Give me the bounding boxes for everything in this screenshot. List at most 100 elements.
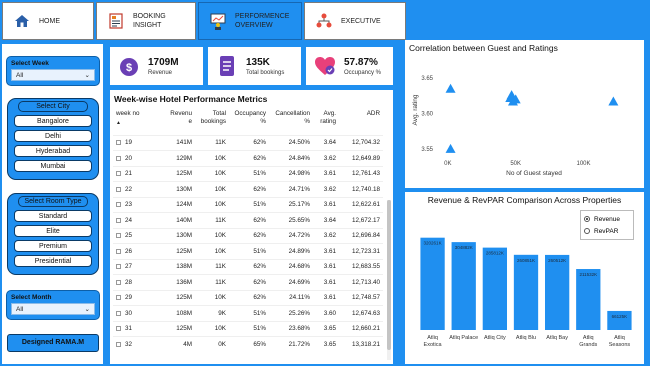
col-week-header[interactable]: week no ▲ xyxy=(113,109,165,135)
category-label: Seasons xyxy=(609,342,631,348)
select-week-value: All xyxy=(16,71,24,79)
chevron-down-icon: ⌄ xyxy=(84,72,90,79)
cell-bookings: 11K xyxy=(215,278,226,286)
table-row[interactable]: 30 108M 9K 51% 25.26% 3.60 12,674.63 xyxy=(113,305,383,322)
cell-revenue: 140M xyxy=(176,216,192,224)
row-select-icon[interactable] xyxy=(116,217,121,223)
row-select-icon[interactable] xyxy=(116,295,121,301)
cell-occupancy: 62% xyxy=(253,232,266,240)
cell-adr: 12,622.61 xyxy=(351,201,380,209)
col-occupancy-header[interactable]: Occupancy% xyxy=(229,109,269,135)
cell-occupancy: 62% xyxy=(253,185,266,193)
kpi-bookings-label: Total bookings xyxy=(246,69,285,76)
row-select-icon[interactable] xyxy=(116,248,121,254)
table-row[interactable]: 26 125M 10K 51% 24.89% 3.61 12,723.31 xyxy=(113,243,383,260)
row-select-icon[interactable] xyxy=(116,310,121,316)
nav-executive-button[interactable]: EXECUTIVE xyxy=(304,2,406,40)
cell-occupancy: 51% xyxy=(253,309,266,317)
row-select-icon[interactable] xyxy=(116,140,121,146)
cell-occupancy: 51% xyxy=(253,247,266,255)
cell-revenue: 141M xyxy=(176,139,192,147)
col-revenue-header[interactable]: Revenu e xyxy=(165,109,195,135)
x-tick-label: 50K xyxy=(510,161,521,167)
cell-rating: 3.60 xyxy=(323,309,336,317)
cell-week: 31 xyxy=(113,321,165,337)
cell-revenue: 124M xyxy=(176,201,192,209)
table-row[interactable]: 19 141M 11K 62% 24.50% 3.64 12,704.32 xyxy=(113,135,383,151)
select-week-title: Select Week xyxy=(11,60,49,67)
scatter-point xyxy=(445,143,456,153)
table-row[interactable]: 29 125M 10K 62% 24.11% 3.61 12,748.57 xyxy=(113,290,383,306)
cell-rating: 3.64 xyxy=(323,216,336,224)
city-option-mumbai[interactable]: Mumbai xyxy=(14,160,92,172)
x-axis-label: No of Guest stayed xyxy=(506,170,562,177)
cell-bookings: 11K xyxy=(215,263,226,271)
row-select-icon[interactable] xyxy=(116,202,121,208)
row-select-icon[interactable] xyxy=(116,341,121,347)
bar-value-label: 320261K xyxy=(424,241,442,246)
document-list-icon xyxy=(220,56,234,76)
room-option-elite[interactable]: Elite xyxy=(14,225,92,237)
col-bookings-header[interactable]: Total bookings xyxy=(195,109,229,135)
cell-adr: 12,761.43 xyxy=(351,170,380,178)
cell-cancellation: 24.71% xyxy=(288,185,310,193)
col-adr-header[interactable]: ADR xyxy=(339,109,383,135)
table-row[interactable]: 32 4M 0K 65% 21.72% 3.65 13,318.21 xyxy=(113,336,383,353)
cell-cancellation: 24.98% xyxy=(288,170,310,178)
cell-adr: 12,723.31 xyxy=(351,247,380,255)
city-option-delhi[interactable]: Delhi xyxy=(14,130,92,142)
cell-rating: 3.61 xyxy=(323,278,336,286)
cell-bookings: 9K xyxy=(218,309,226,317)
bar-value-label: 285812K xyxy=(486,251,504,256)
city-option-bangalore[interactable]: Bangalore xyxy=(14,115,92,127)
table-row[interactable]: 31 125M 10K 51% 23.68% 3.65 12,660.21 xyxy=(113,321,383,337)
row-select-icon[interactable] xyxy=(116,279,121,285)
row-select-icon[interactable] xyxy=(116,186,121,192)
table-row[interactable]: 28 136M 11K 62% 24.69% 3.61 12,713.40 xyxy=(113,274,383,291)
cell-rating: 3.61 xyxy=(323,170,336,178)
designed-by-button[interactable]: Designed RAMA.M xyxy=(7,334,99,352)
category-label: Grands xyxy=(579,342,597,348)
table-row[interactable]: 25 130M 10K 62% 24.72% 3.62 12,696.84 xyxy=(113,228,383,244)
nav-home-button[interactable]: HOME xyxy=(2,2,94,40)
table-row[interactable]: 21 125M 10K 51% 24.98% 3.61 12,761.43 xyxy=(113,166,383,182)
cell-cancellation: 25.26% xyxy=(288,309,310,317)
row-select-icon[interactable] xyxy=(116,233,121,239)
table-row[interactable]: 27 138M 11K 62% 24.68% 3.61 12,683.55 xyxy=(113,259,383,275)
cell-occupancy: 62% xyxy=(253,154,266,162)
table-row[interactable]: 23 124M 10K 51% 25.17% 3.61 12,622.61 xyxy=(113,197,383,213)
table-row[interactable]: 22 130M 10K 62% 24.71% 3.62 12,740.18 xyxy=(113,181,383,198)
select-week-dropdown[interactable]: All ⌄ xyxy=(11,69,95,81)
col-rating-header[interactable]: Avg. rating xyxy=(313,109,339,135)
cell-occupancy: 65% xyxy=(253,341,266,348)
row-select-icon[interactable] xyxy=(116,264,121,270)
row-select-icon[interactable] xyxy=(116,171,121,177)
cell-occupancy: 62% xyxy=(253,263,266,271)
table-row[interactable]: 24 140M 11K 62% 25.65% 3.64 12,672.17 xyxy=(113,212,383,229)
row-select-icon[interactable] xyxy=(116,155,121,161)
select-month-dropdown[interactable]: All ⌄ xyxy=(11,303,95,315)
table-scrollbar-thumb[interactable] xyxy=(387,200,391,350)
bar xyxy=(482,247,508,330)
cell-revenue: 130M xyxy=(176,232,192,240)
col-cancellation-header[interactable]: Cancellation% xyxy=(269,109,313,135)
select-city-title: Select City xyxy=(18,101,88,112)
city-option-hyderabad[interactable]: Hyderabad xyxy=(14,145,92,157)
nav-performance-overview-button[interactable]: PERFORMENCE OVERVIEW xyxy=(198,2,302,40)
bar xyxy=(420,237,445,330)
nav-booking-insight-button[interactable]: BOOKING INSIGHT xyxy=(96,2,196,40)
select-month-value: All xyxy=(16,305,24,313)
y-tick-label: 3.60 xyxy=(421,112,433,118)
room-option-premium[interactable]: Premium xyxy=(14,240,92,252)
svg-text:$: $ xyxy=(126,62,132,74)
table-scrollbar[interactable] xyxy=(387,200,391,360)
cell-occupancy: 62% xyxy=(253,139,266,147)
cell-rating: 3.62 xyxy=(323,232,336,240)
row-select-icon[interactable] xyxy=(116,326,121,332)
room-option-presidential[interactable]: Presidential xyxy=(14,255,92,267)
kpi-revenue-card: $ 1709M Revenue xyxy=(110,44,203,85)
cell-occupancy: 51% xyxy=(253,170,266,178)
table-row[interactable]: 20 129M 10K 62% 24.84% 3.62 12,649.89 xyxy=(113,150,383,167)
room-option-standard[interactable]: Standard xyxy=(14,210,92,222)
category-label: Atliq Blu xyxy=(516,335,536,341)
